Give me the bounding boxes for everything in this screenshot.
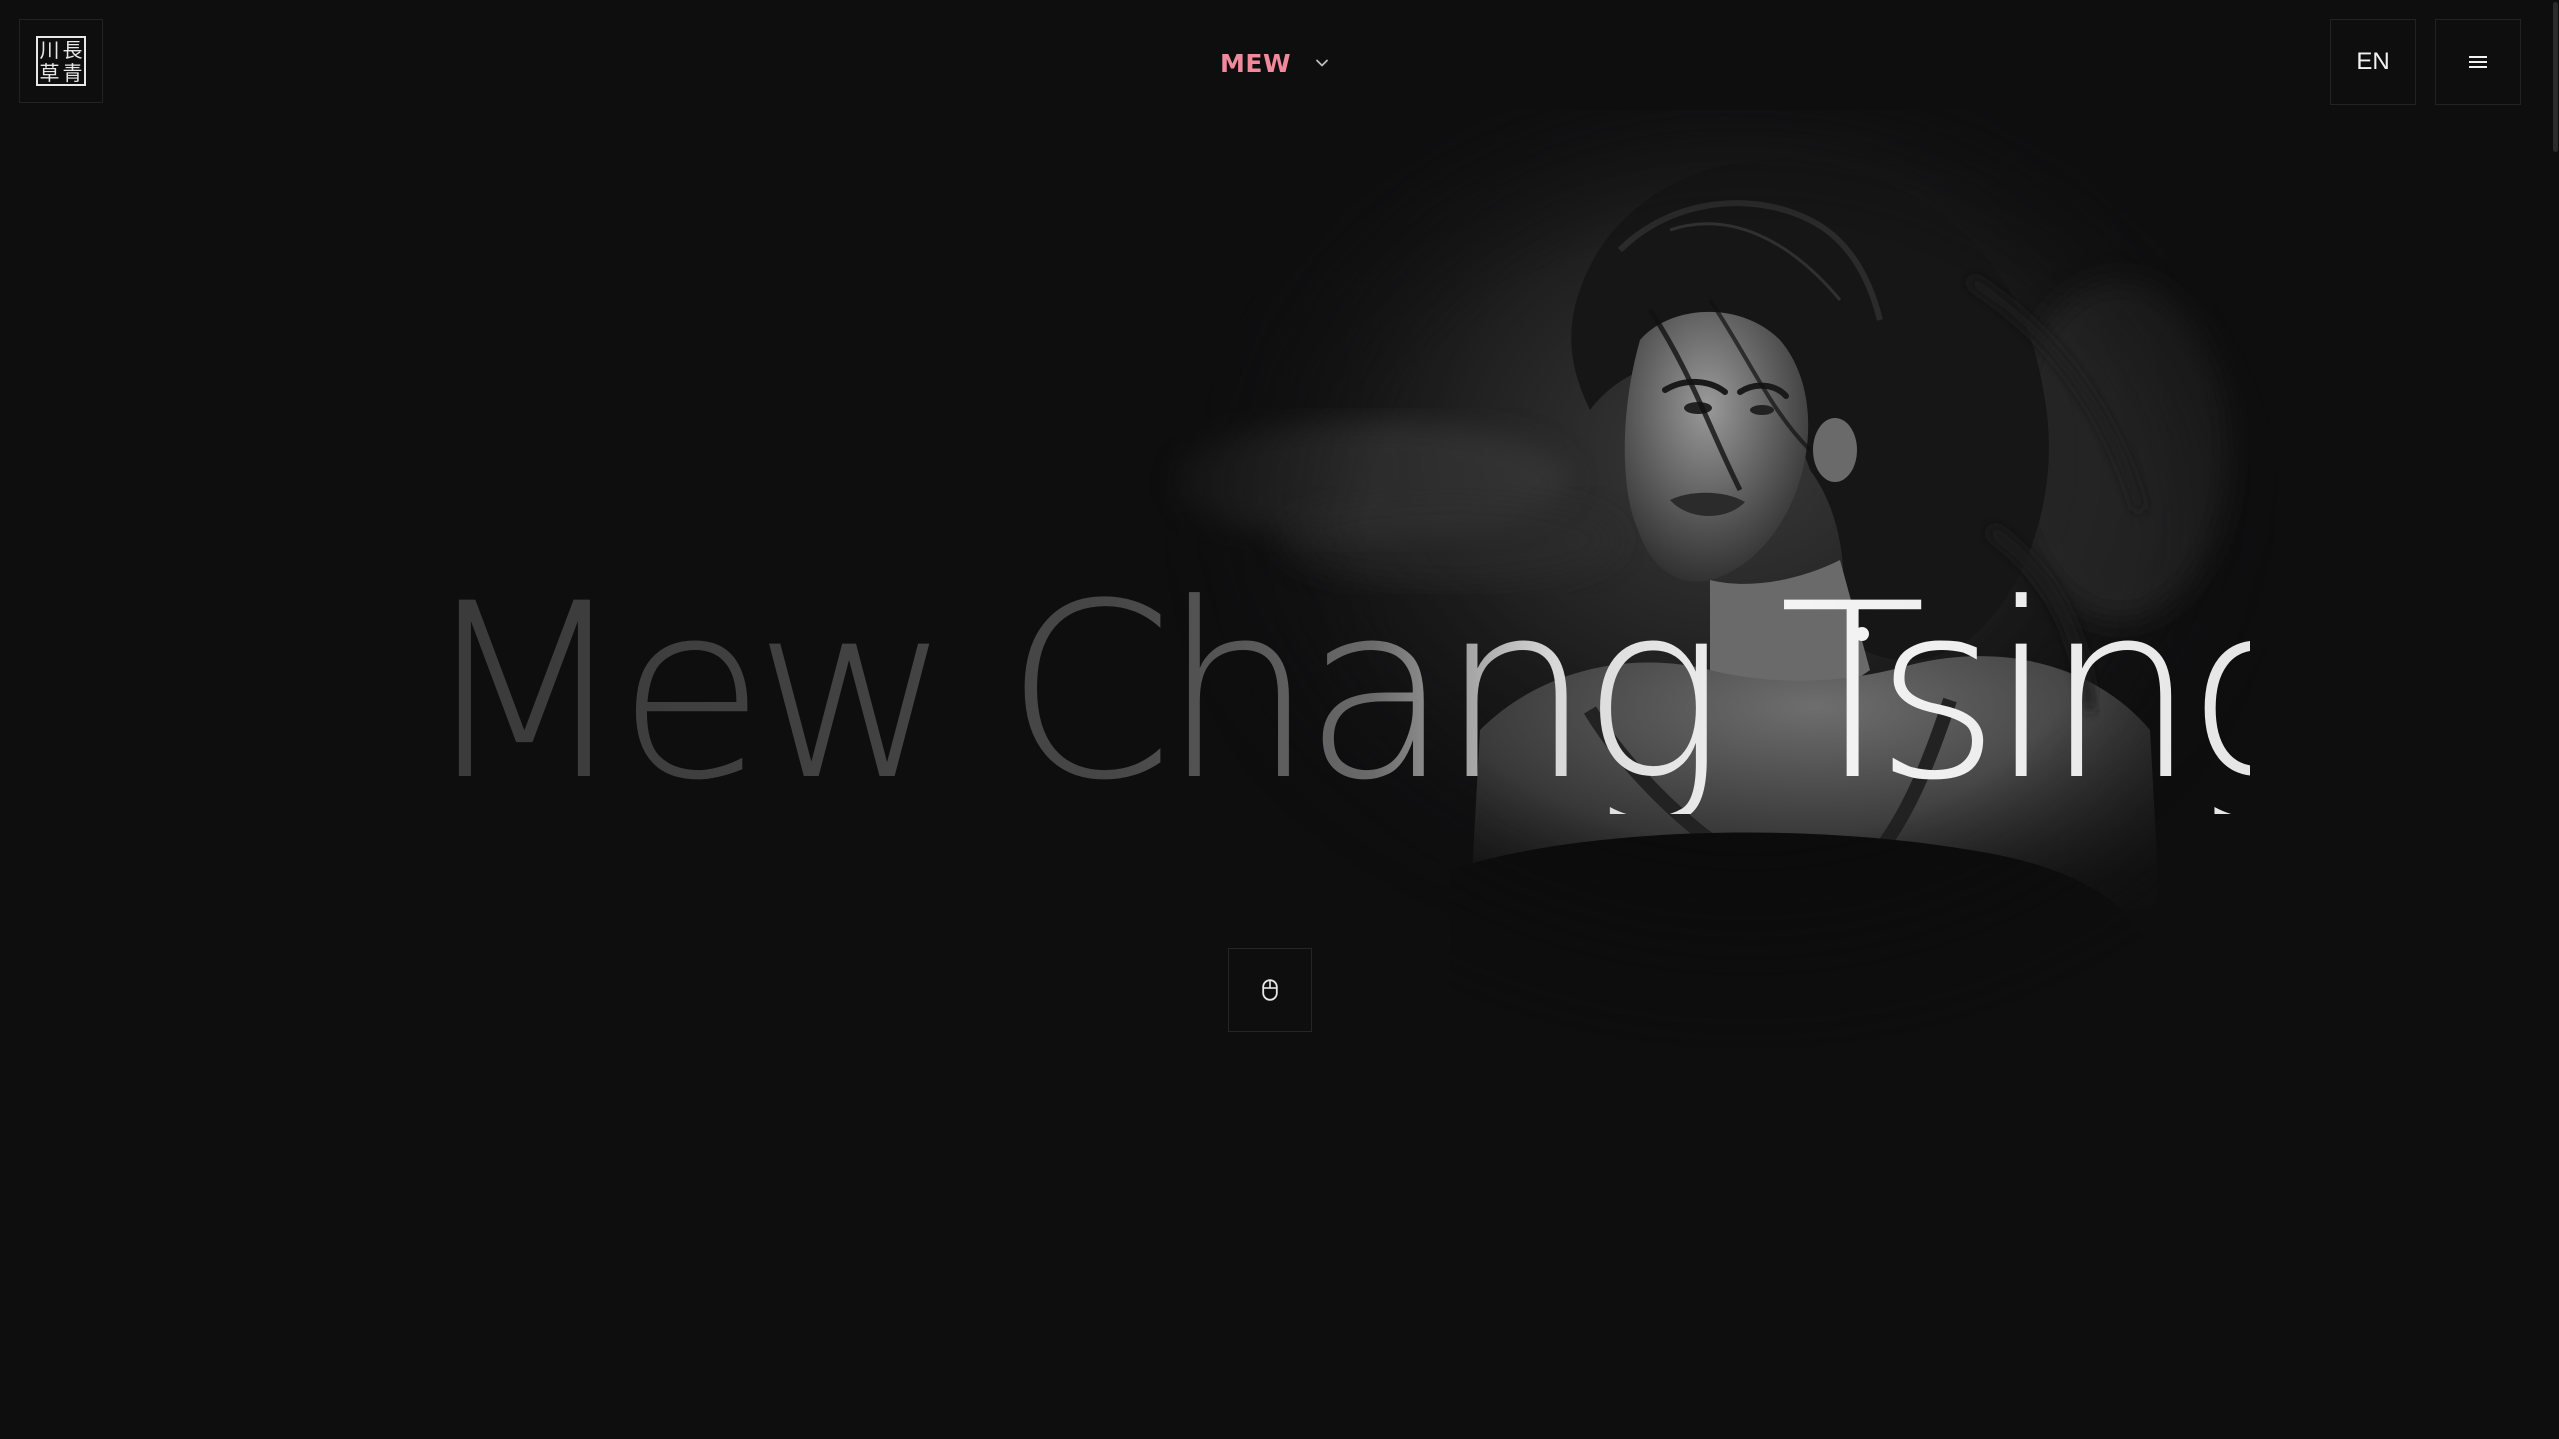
seal-char: 青 <box>62 60 83 85</box>
brand-dropdown[interactable]: MEW <box>1220 44 1329 82</box>
language-button[interactable]: EN <box>2330 19 2416 105</box>
hero-title: Mew Chang Tsing <box>420 552 2330 834</box>
seal-logo-icon: 川 長 草 青 <box>36 36 86 86</box>
menu-button[interactable] <box>2435 19 2521 105</box>
title-dot-accent <box>1855 627 1869 641</box>
brand-label: MEW <box>1220 48 1292 78</box>
mouse-scroll-icon <box>1262 979 1278 1001</box>
scrollbar-thumb[interactable] <box>2553 2 2558 152</box>
seal-char: 川 <box>39 37 60 62</box>
chevron-down-icon <box>1316 59 1328 67</box>
seal-char: 長 <box>62 37 83 62</box>
logo-link[interactable]: 川 長 草 青 <box>19 19 103 103</box>
hamburger-menu-icon <box>2469 56 2487 68</box>
seal-char: 草 <box>39 60 60 85</box>
landing-page: 川 長 草 青 MEW EN Mew Chang Tsing <box>0 0 2559 1439</box>
scrollbar[interactable] <box>2551 0 2559 1439</box>
scroll-down-button[interactable] <box>1228 948 1312 1032</box>
